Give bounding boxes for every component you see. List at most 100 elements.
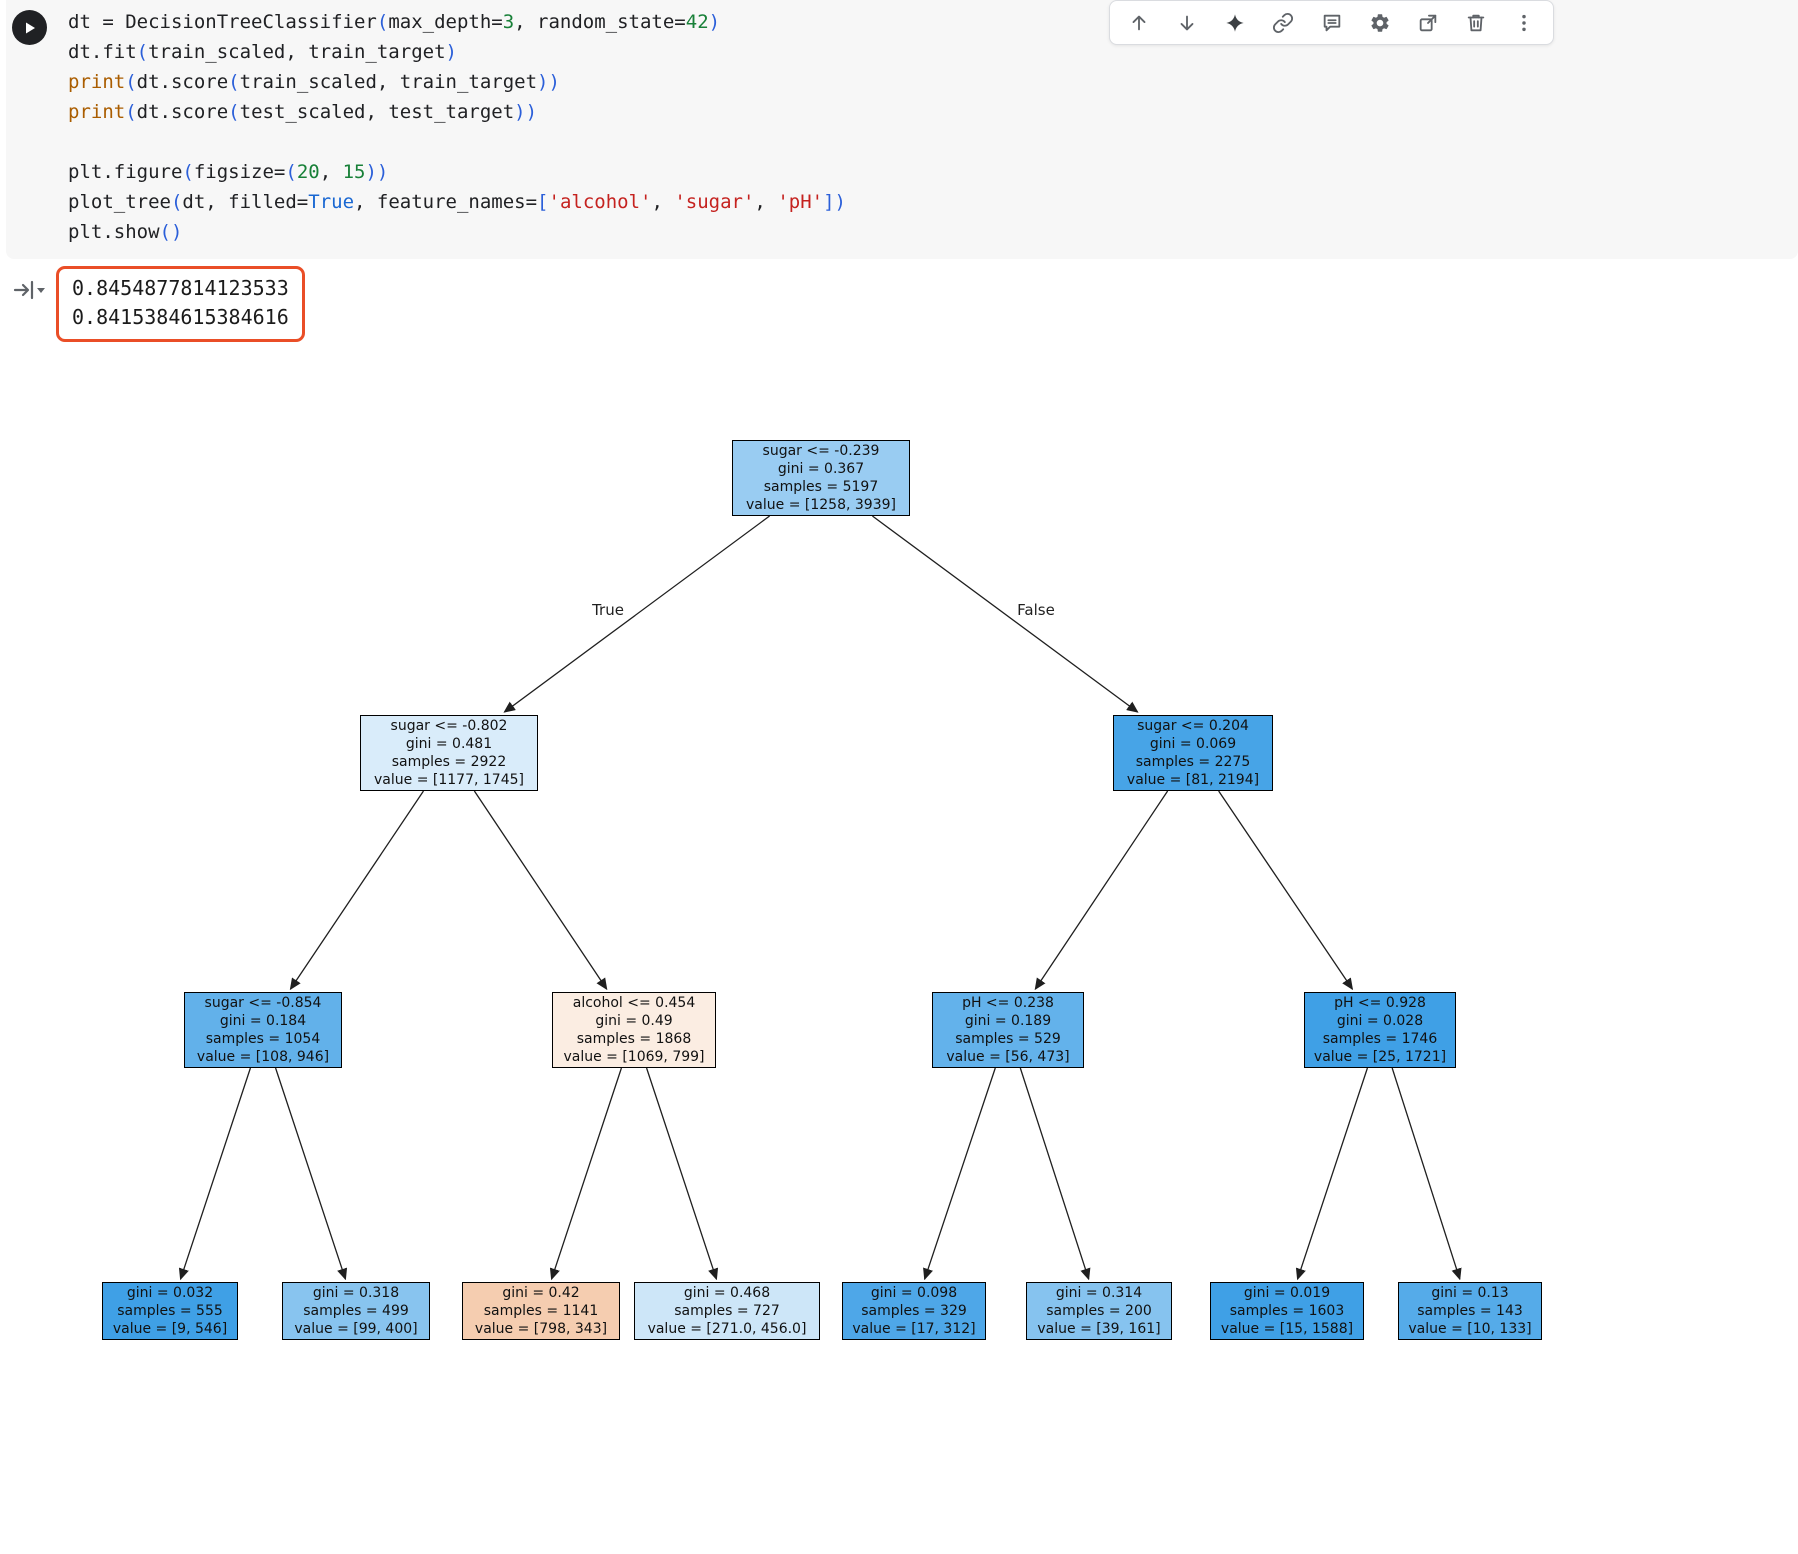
tree-node-line: gini = 0.318 [312, 1285, 400, 1301]
tree-node-line: gini = 0.032 [126, 1285, 214, 1301]
run-cell-button[interactable] [12, 10, 47, 45]
tree-edge [1019, 1067, 1091, 1281]
tree-node-root: sugar <= -0.239 gini = 0.367 samples = 519… [732, 440, 910, 516]
tree-edge [274, 1067, 348, 1281]
tree-node-line: value = [25, 1721] [1313, 1049, 1447, 1065]
tree-node-line: value = [17, 312] [852, 1321, 976, 1337]
more-options-icon[interactable] [1509, 8, 1539, 38]
tree-node-line: gini = 0.028 [1336, 1013, 1424, 1029]
code-line[interactable]: print(dt.score(train_scaled, train_targe… [68, 67, 1778, 97]
code-line[interactable]: print(dt.score(test_scaled, test_target)… [68, 97, 1778, 127]
cell-output-icon[interactable] [12, 276, 48, 304]
cell-output-text: 0.8454877814123533 0.8415384615384616 [56, 266, 305, 342]
tree-node-line: gini = 0.184 [219, 1013, 307, 1029]
tree-node-line: gini = 0.367 [777, 461, 865, 477]
tree-node-line: gini = 0.13 [1431, 1285, 1509, 1301]
tree-node-lrr: gini = 0.468 samples = 727 value = [271.0,… [634, 1282, 820, 1340]
tree-node-line: gini = 0.42 [502, 1285, 580, 1301]
tree-node-line: samples = 1141 [483, 1303, 599, 1319]
tree-node-line: value = [81, 2194] [1126, 772, 1260, 788]
tree-node-rl: pH <= 0.238 gini = 0.189 samples = 529 valu… [932, 992, 1084, 1068]
tree-node-line: value = [99, 400] [294, 1321, 418, 1337]
tree-edge [923, 1067, 996, 1281]
tree-node-line: samples = 1868 [576, 1031, 692, 1047]
tree-node-line: samples = 143 [1417, 1303, 1523, 1319]
tree-edge [1295, 1067, 1369, 1281]
output-line: 0.8415384615384616 [72, 305, 289, 329]
tree-node-line: value = [39, 161] [1037, 1321, 1161, 1337]
tree-node-rrl: gini = 0.019 samples = 1603 value = [15, 1… [1210, 1282, 1364, 1340]
tree-node-rll: gini = 0.098 samples = 329 value = [17, 31… [842, 1282, 986, 1340]
tree-node-line: pH <= 0.238 [962, 995, 1054, 1011]
tree-edge [473, 790, 608, 991]
delete-cell-icon[interactable] [1461, 8, 1491, 38]
tree-edge [872, 515, 1139, 713]
tree-node-r: sugar <= 0.204 gini = 0.069 samples = 2275… [1113, 715, 1273, 791]
tree-node-line: samples = 1746 [1322, 1031, 1438, 1047]
tree-node-line: gini = 0.468 [683, 1285, 771, 1301]
tree-node-line: gini = 0.314 [1055, 1285, 1143, 1301]
code-line[interactable]: plt.figure(figsize=(20, 15)) [68, 157, 1778, 187]
tree-node-line: gini = 0.019 [1243, 1285, 1331, 1301]
tree-node-line: value = [108, 946] [196, 1049, 330, 1065]
tree-node-line: value = [1069, 799] [563, 1049, 705, 1065]
tree-node-rr: pH <= 0.928 gini = 0.028 samples = 1746 val… [1304, 992, 1456, 1068]
play-icon [25, 22, 35, 33]
output-line: 0.8454877814123533 [72, 276, 289, 300]
tree-node-line: value = [10, 133] [1408, 1321, 1532, 1337]
code-line[interactable]: plot_tree(dt, filled=True, feature_names… [68, 187, 1778, 217]
tree-node-line: value = [271.0, 456.0] [647, 1321, 807, 1337]
tree-node-line: gini = 0.098 [870, 1285, 958, 1301]
tree-node-line: value = [15, 1588] [1220, 1321, 1354, 1337]
code-line[interactable]: plt.show() [68, 217, 1778, 247]
copy-link-icon[interactable] [1268, 8, 1298, 38]
tree-node-lrl: gini = 0.42 samples = 1141 value = [798, 3… [462, 1282, 620, 1340]
tree-node-line: samples = 200 [1046, 1303, 1152, 1319]
tree-edge [1218, 790, 1354, 991]
move-cell-down-icon[interactable] [1172, 8, 1202, 38]
tree-node-line: gini = 0.189 [964, 1013, 1052, 1029]
tree-node-ll: sugar <= -0.854 gini = 0.184 samples = 105… [184, 992, 342, 1068]
tree-node-line: gini = 0.49 [595, 1013, 673, 1029]
code-line[interactable] [68, 127, 1778, 157]
tree-node-line: alcohol <= 0.454 [572, 995, 696, 1011]
tree-node-line: samples = 2275 [1135, 754, 1251, 770]
code-cell: dt = DecisionTreeClassifier(max_depth=3,… [6, 0, 1798, 259]
tree-edge [1034, 790, 1169, 991]
tree-edge [1391, 1067, 1462, 1281]
tree-node-line: value = [1177, 1745] [374, 772, 524, 788]
tree-node-lll: gini = 0.032 samples = 555 value = [9, 546… [102, 1282, 238, 1340]
tree-node-rlr: gini = 0.314 samples = 200 value = [39, 16… [1026, 1282, 1172, 1340]
move-cell-up-icon[interactable] [1124, 8, 1154, 38]
cell-toolbar [1109, 0, 1554, 45]
edge-label-false: False [1014, 601, 1058, 619]
editor-settings-icon[interactable] [1365, 8, 1395, 38]
tree-edge [645, 1067, 719, 1281]
mirror-cell-tab-icon[interactable] [1413, 8, 1443, 38]
tree-node-line: gini = 0.069 [1149, 736, 1237, 752]
tree-edge [503, 515, 770, 713]
tree-node-line: value = [9, 546] [112, 1321, 228, 1337]
tree-node-line: pH <= 0.928 [1334, 995, 1426, 1011]
tree-node-line: samples = 1603 [1229, 1303, 1345, 1319]
tree-node-line: samples = 1054 [205, 1031, 321, 1047]
tree-node-line: samples = 727 [674, 1303, 780, 1319]
notebook-page: dt = DecisionTreeClassifier(max_depth=3,… [0, 0, 1798, 1554]
comment-icon[interactable] [1317, 8, 1347, 38]
tree-node-line: sugar <= -0.802 [390, 718, 508, 734]
tree-node-rrr: gini = 0.13 samples = 143 value = [10, 133… [1398, 1282, 1542, 1340]
tree-node-llr: gini = 0.318 samples = 499 value = [99, 40… [282, 1282, 430, 1340]
tree-node-line: samples = 2922 [391, 754, 507, 770]
tree-node-l: sugar <= -0.802 gini = 0.481 samples = 292… [360, 715, 538, 791]
tree-node-line: value = [1258, 3939] [746, 497, 896, 513]
tree-node-lr: alcohol <= 0.454 gini = 0.49 samples = 186… [552, 992, 716, 1068]
tree-node-line: samples = 529 [955, 1031, 1061, 1047]
tree-node-line: samples = 555 [117, 1303, 223, 1319]
tree-edge [549, 1067, 623, 1281]
tree-edge [178, 1067, 252, 1281]
tree-node-line: samples = 5197 [763, 479, 879, 495]
gemini-sparkle-icon[interactable] [1220, 8, 1250, 38]
tree-node-line: sugar <= 0.204 [1137, 718, 1249, 734]
tree-node-line: sugar <= -0.239 [762, 443, 880, 459]
tree-node-line: value = [56, 473] [946, 1049, 1070, 1065]
